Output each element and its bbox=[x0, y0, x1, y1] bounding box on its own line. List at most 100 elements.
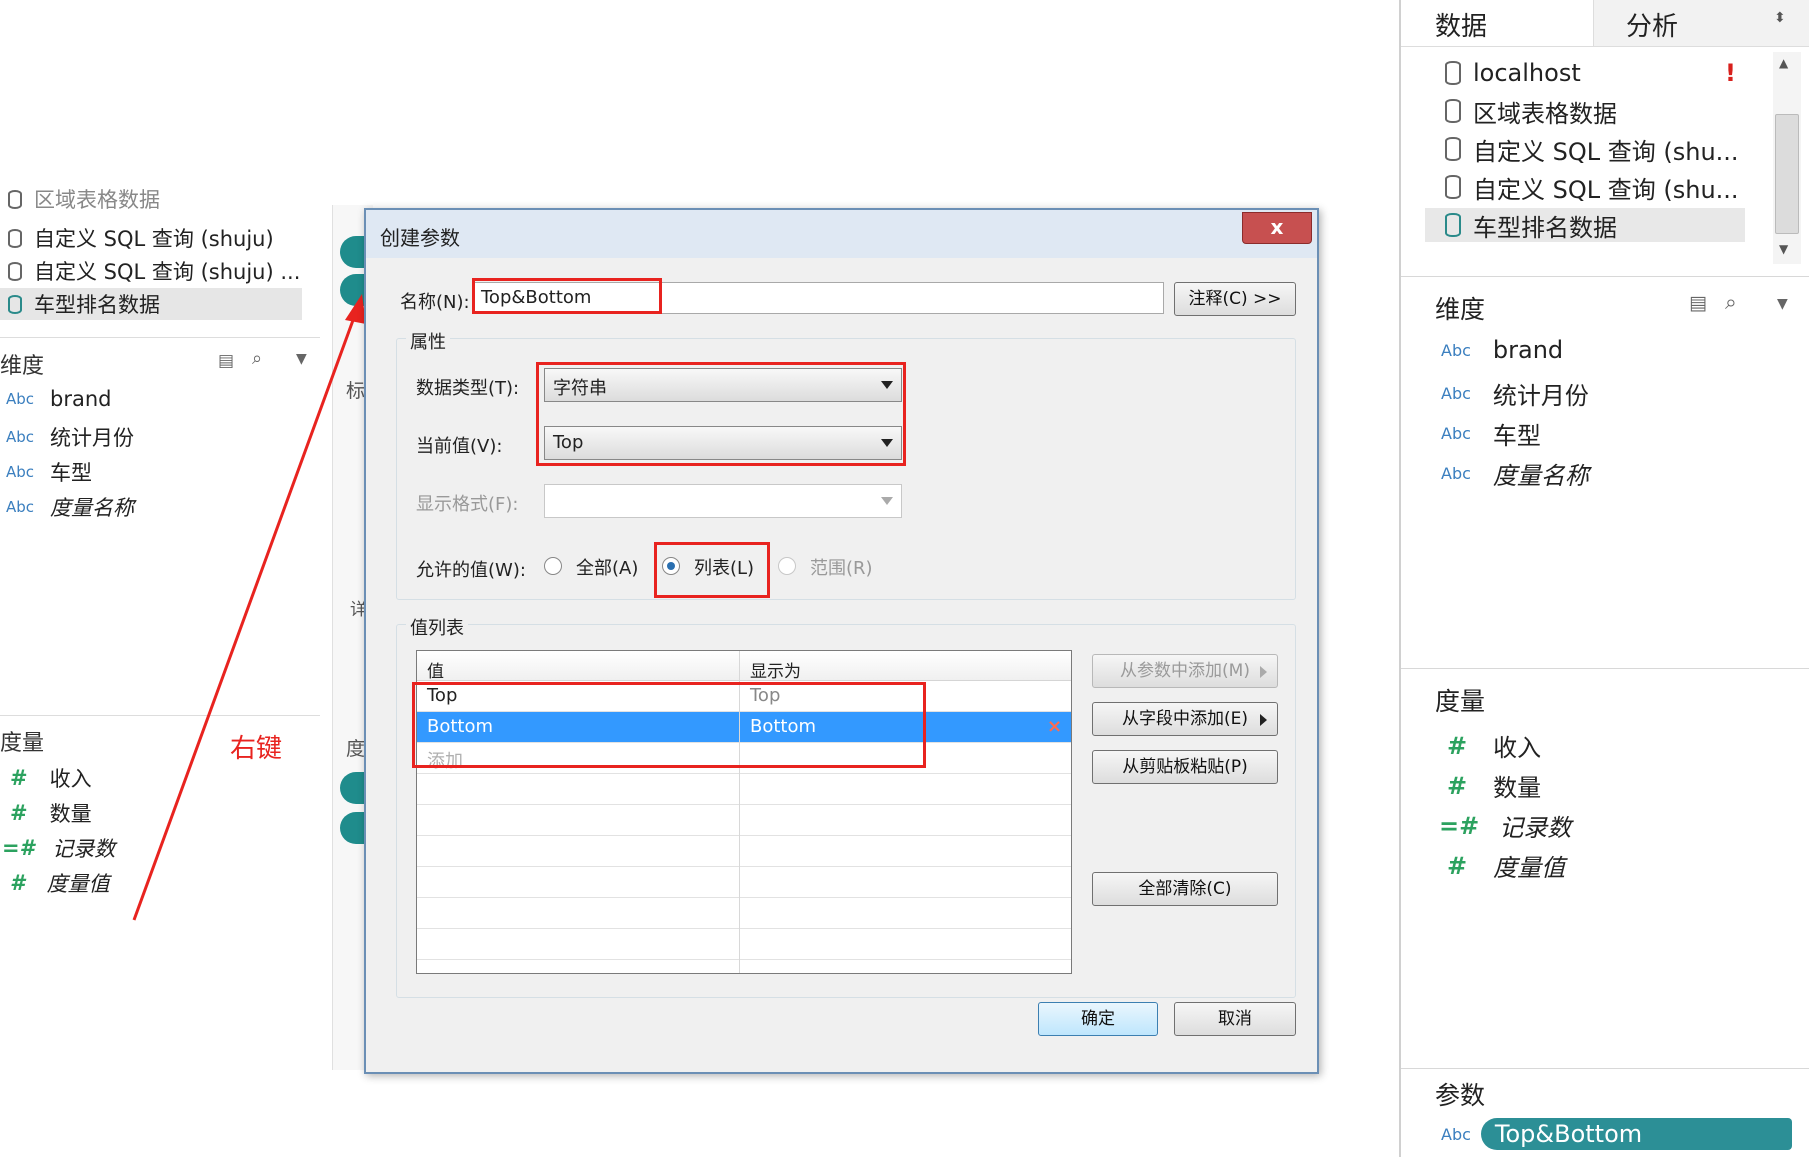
search-icon[interactable]: ⌕ bbox=[1725, 290, 1737, 315]
button-label: 从参数中添加(M) bbox=[1120, 661, 1250, 681]
value-list-title: 值列表 bbox=[406, 614, 468, 640]
scrollbar[interactable]: ▲ ▼ bbox=[1773, 52, 1801, 264]
scrollbar-thumb[interactable] bbox=[1775, 114, 1799, 234]
properties-title: 属性 bbox=[406, 328, 450, 354]
current-value-label: 当前值(V): bbox=[416, 436, 503, 457]
tab-label: 分析 bbox=[1626, 12, 1679, 42]
tab-data[interactable]: 数据 bbox=[1401, 0, 1593, 46]
display-format-select[interactable] bbox=[544, 484, 902, 518]
dimensions-title: 维度 bbox=[1435, 295, 1486, 324]
radio-range[interactable] bbox=[778, 557, 796, 575]
table-row-empty bbox=[417, 929, 1071, 960]
measure-field[interactable]: # 数量 bbox=[1447, 768, 1541, 803]
field-label: 收入 bbox=[1493, 734, 1542, 762]
measure-field[interactable]: =# 记录数 bbox=[1439, 808, 1571, 843]
right-data-pane: 数据 分析 ⬍ localhost ! 区域表格数据 自定义 SQL 查询 (s… bbox=[1399, 0, 1809, 1157]
datasource-label: 区域表格数据 bbox=[1473, 99, 1617, 128]
field-label: 车型 bbox=[1492, 422, 1541, 450]
list-view-icon[interactable]: ▤ bbox=[1689, 292, 1707, 314]
table-row-empty bbox=[417, 774, 1071, 805]
divider bbox=[1401, 276, 1809, 277]
column-header-value[interactable]: 值 bbox=[417, 651, 739, 682]
field-label: 数量 bbox=[1493, 774, 1542, 802]
divider bbox=[1401, 1068, 1809, 1069]
close-button[interactable]: x bbox=[1242, 212, 1312, 244]
comment-button[interactable]: 注释(C) >> bbox=[1174, 282, 1296, 316]
parameter-field[interactable]: Abc Top&Bottom bbox=[1441, 1118, 1793, 1150]
add-from-parameter-button[interactable]: 从参数中添加(M) bbox=[1092, 654, 1278, 688]
field-label: 记录数 bbox=[1499, 814, 1572, 842]
warning-icon: ! bbox=[1725, 59, 1736, 87]
tab-label: 数据 bbox=[1435, 12, 1488, 42]
chevron-down-icon bbox=[881, 497, 893, 505]
database-icon bbox=[1445, 99, 1461, 123]
dimension-field[interactable]: Abc 度量名称 bbox=[1441, 456, 1589, 491]
dimension-field[interactable]: Abc brand bbox=[1441, 336, 1563, 364]
field-label: 度量名称 bbox=[1492, 462, 1589, 490]
dialog-title: 创建参数 bbox=[380, 226, 460, 250]
datasource-item[interactable]: localhost ! bbox=[1445, 56, 1736, 90]
datasource-label: localhost bbox=[1473, 59, 1581, 87]
field-label: 统计月份 bbox=[1492, 382, 1589, 410]
dimension-field[interactable]: Abc 车型 bbox=[1441, 416, 1541, 451]
dialog-titlebar[interactable] bbox=[366, 210, 1317, 258]
radio-all[interactable] bbox=[544, 557, 562, 575]
datasource-item[interactable]: 自定义 SQL 查询 (shu... bbox=[1445, 132, 1739, 166]
measures-title: 度量 bbox=[1435, 687, 1486, 716]
calculated-number-icon: =# bbox=[1439, 811, 1480, 840]
table-row-empty bbox=[417, 805, 1071, 836]
table-row-empty bbox=[417, 867, 1071, 898]
string-type-icon: Abc bbox=[1441, 384, 1471, 403]
field-label: brand bbox=[1492, 336, 1564, 364]
number-type-icon: # bbox=[1447, 851, 1468, 880]
button-label: 从字段中添加(E) bbox=[1121, 709, 1248, 729]
database-icon bbox=[1445, 61, 1461, 85]
spinner-icon: ⬍ bbox=[1774, 10, 1786, 26]
name-label: 名称(N): bbox=[400, 292, 470, 313]
datasource-label: 自定义 SQL 查询 (shu... bbox=[1473, 137, 1739, 166]
highlight-list-option bbox=[654, 542, 770, 598]
clear-all-button[interactable]: 全部清除(C) bbox=[1092, 872, 1278, 906]
highlight-value-rows bbox=[412, 682, 926, 768]
chevron-down-icon[interactable]: ▼ bbox=[1777, 296, 1788, 312]
parameters-title: 参数 bbox=[1435, 1081, 1486, 1110]
measure-field[interactable]: # 收入 bbox=[1447, 728, 1541, 763]
string-type-icon: Abc bbox=[1441, 340, 1471, 360]
datasource-item[interactable]: 自定义 SQL 查询 (shu... bbox=[1445, 170, 1739, 204]
datasource-item[interactable]: 区域表格数据 bbox=[1445, 94, 1617, 128]
chevron-right-icon bbox=[1260, 666, 1267, 678]
cancel-button[interactable]: 取消 bbox=[1174, 1002, 1296, 1036]
datasource-label: 车型排名数据 bbox=[1473, 213, 1617, 242]
number-type-icon: # bbox=[1447, 731, 1468, 760]
datasource-item-selected[interactable]: 车型排名数据 bbox=[1425, 208, 1745, 242]
table-row-empty bbox=[417, 898, 1071, 929]
number-type-icon: # bbox=[1447, 771, 1468, 800]
database-icon bbox=[1445, 213, 1461, 237]
scroll-down-icon[interactable]: ▼ bbox=[1779, 242, 1788, 256]
ok-button[interactable]: 确定 bbox=[1038, 1002, 1158, 1036]
data-type-label: 数据类型(T): bbox=[416, 378, 520, 399]
parameter-pill: Top&Bottom bbox=[1480, 1118, 1793, 1150]
scroll-up-icon[interactable]: ▲ bbox=[1779, 56, 1788, 70]
delete-row-icon[interactable]: × bbox=[1037, 712, 1072, 742]
highlight-name bbox=[472, 278, 662, 314]
measure-field[interactable]: # 度量值 bbox=[1447, 848, 1565, 883]
string-type-icon: Abc bbox=[1441, 1124, 1471, 1144]
database-icon bbox=[1445, 137, 1461, 161]
dimension-field[interactable]: Abc 统计月份 bbox=[1441, 376, 1589, 411]
field-label: 度量值 bbox=[1493, 854, 1566, 882]
column-header-display[interactable]: 显示为 bbox=[740, 651, 1071, 682]
divider bbox=[1401, 668, 1809, 669]
tab-analysis[interactable]: 分析 ⬍ bbox=[1593, 0, 1809, 46]
string-type-icon: Abc bbox=[1441, 424, 1471, 443]
chevron-right-icon bbox=[1260, 714, 1267, 726]
radio-range-label[interactable]: 范围(R) bbox=[810, 554, 873, 580]
datasource-label: 自定义 SQL 查询 (shu... bbox=[1473, 175, 1739, 204]
highlight-type-and-value bbox=[536, 362, 906, 466]
table-row-empty bbox=[417, 836, 1071, 867]
add-from-field-button[interactable]: 从字段中添加(E) bbox=[1092, 702, 1278, 736]
database-icon bbox=[1445, 175, 1461, 199]
paste-from-clipboard-button[interactable]: 从剪贴板粘贴(P) bbox=[1092, 750, 1278, 784]
allowed-values-label: 允许的值(W): bbox=[416, 560, 526, 581]
radio-all-label[interactable]: 全部(A) bbox=[576, 554, 638, 580]
